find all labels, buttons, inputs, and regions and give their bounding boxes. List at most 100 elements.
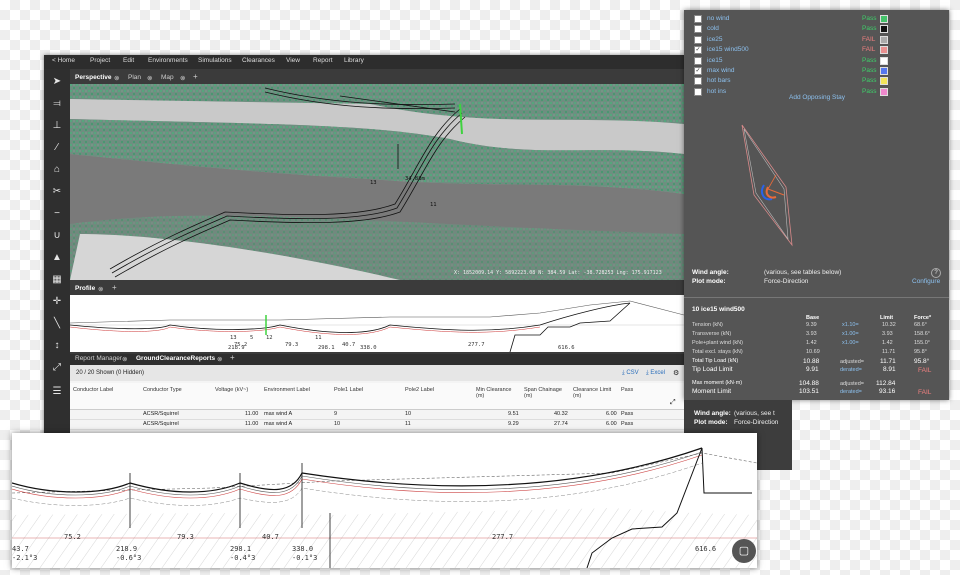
list-icon[interactable]: ☰ bbox=[50, 385, 64, 399]
weather-case-row[interactable]: no wind Pass bbox=[684, 14, 949, 24]
profile-view[interactable]: 13 5 12 11 75.2 79.3 40.7 277.7 616.6 21… bbox=[70, 295, 684, 352]
color-swatch-icon[interactable] bbox=[880, 56, 888, 65]
weather-case-status: FAIL bbox=[862, 35, 876, 43]
map-close-icon[interactable]: ⊗ bbox=[180, 74, 185, 82]
add-report-tab-icon[interactable]: + bbox=[230, 353, 235, 362]
move-icon[interactable]: ✛ bbox=[50, 295, 64, 309]
table-row[interactable]: ACSR/Squirrel 11.00 max wind A 10 11 9.2… bbox=[70, 420, 684, 430]
menu-project[interactable]: Project bbox=[90, 57, 110, 64]
checkbox-icon[interactable] bbox=[694, 77, 702, 86]
color-swatch-icon[interactable] bbox=[880, 35, 888, 44]
checked-checkbox-icon[interactable]: ✓ bbox=[694, 67, 702, 75]
tab-map[interactable]: Map bbox=[161, 74, 174, 81]
menu-view[interactable]: View bbox=[286, 57, 300, 64]
color-swatch-icon[interactable] bbox=[880, 67, 888, 75]
csv-download-button[interactable]: ⤓ CSV bbox=[622, 370, 639, 377]
grid-icon[interactable]: ▦ bbox=[50, 273, 64, 287]
col-voltage[interactable]: Voltage (kV~) bbox=[215, 387, 248, 393]
stay-icon[interactable]: ∕ bbox=[50, 141, 64, 155]
tab-map-close[interactable]: ⊗ bbox=[147, 74, 152, 82]
color-swatch-icon[interactable] bbox=[880, 77, 888, 86]
weather-case-row[interactable]: ✓ ice15 wind500 FAIL bbox=[684, 45, 949, 55]
settings-gear-icon[interactable]: ⚙ bbox=[673, 369, 679, 377]
home-icon[interactable]: ⌂ bbox=[50, 163, 64, 177]
cell-environment: max wind A bbox=[264, 411, 293, 417]
weather-case-status: Pass bbox=[862, 77, 877, 85]
zoom-chainage-298: 298.1 bbox=[230, 545, 252, 553]
profile-span-40: 40.7 bbox=[342, 342, 356, 348]
weather-case-row[interactable]: cold Pass bbox=[684, 24, 949, 34]
menu-edit[interactable]: Edit bbox=[123, 57, 134, 64]
col-conductor-label[interactable]: Conductor Label bbox=[73, 387, 113, 393]
help-icon[interactable]: ? bbox=[931, 268, 941, 278]
menu-simulations[interactable]: Simulations bbox=[198, 57, 232, 64]
col-pole1[interactable]: Pole1 Label bbox=[334, 387, 363, 393]
color-swatch-icon[interactable] bbox=[880, 46, 888, 55]
insulator-icon[interactable]: − bbox=[50, 207, 64, 221]
col-clearance-limit[interactable]: Clearance Limit (m) bbox=[573, 387, 615, 399]
checkbox-icon[interactable] bbox=[694, 56, 702, 65]
profile-close-icon[interactable]: ⊗ bbox=[98, 285, 103, 293]
menu-clearances[interactable]: Clearances bbox=[242, 57, 275, 64]
weather-case-row[interactable]: ice25 FAIL bbox=[684, 35, 949, 45]
tool-sidebar: ➤ ⫤ ⊥ ∕ ⌂ ✂ − ∪ ▲ ▦ ✛ ╲ ↕ ⤢ ☰ bbox=[44, 69, 70, 435]
report-tabs: Report Manager ⊗ GroundClearanceReports … bbox=[70, 353, 684, 365]
load-row-label: Transverse (kN) bbox=[692, 331, 732, 337]
menu-environments[interactable]: Environments bbox=[148, 57, 188, 64]
checkbox-icon[interactable] bbox=[694, 15, 702, 23]
weather-case-status: Pass bbox=[862, 15, 877, 22]
perspective-viewport[interactable]: 13 34.88m 11 X: 1852009.14 Y: 5892223.08… bbox=[70, 84, 684, 280]
col-conductor-type[interactable]: Conductor Type bbox=[143, 387, 182, 393]
chat-bubble-icon[interactable]: ▢ bbox=[732, 539, 756, 563]
select-arrow-icon[interactable]: ➤ bbox=[50, 75, 64, 89]
expand-table-icon[interactable]: ⤢ bbox=[670, 399, 676, 407]
col-pass[interactable]: Pass bbox=[621, 387, 633, 393]
configure-link[interactable]: Configure bbox=[912, 278, 940, 285]
tab-profile[interactable]: Profile bbox=[75, 285, 95, 292]
tab-ground-clearance[interactable]: GroundClearanceReports bbox=[136, 355, 215, 362]
load-row-base: 9.39 bbox=[806, 322, 817, 328]
terrain-icon[interactable]: ▲ bbox=[50, 251, 64, 265]
menu-home[interactable]: < Home bbox=[52, 57, 75, 64]
color-swatch-icon[interactable] bbox=[880, 15, 888, 23]
col-min-clearance[interactable]: Min Clearance (m) bbox=[476, 387, 516, 399]
magnet-icon[interactable]: ∪ bbox=[50, 229, 64, 243]
col-base: Base bbox=[806, 315, 820, 321]
col-span-chainage[interactable]: Span Chainage (m) bbox=[524, 387, 566, 399]
report-manager-close-icon[interactable]: ⊗ bbox=[122, 355, 127, 363]
menu-library[interactable]: Library bbox=[344, 57, 364, 64]
table-row[interactable]: ACSR/Squirrel 11.00 max wind A 9 10 9.51… bbox=[70, 410, 684, 420]
wind-angle-label-2: Wind angle: bbox=[694, 410, 731, 417]
cell-voltage: 11.00 bbox=[245, 411, 259, 417]
checkbox-icon[interactable] bbox=[694, 87, 702, 96]
tab-report-manager[interactable]: Report Manager bbox=[75, 355, 122, 362]
measure-icon[interactable]: ╲ bbox=[50, 317, 64, 331]
ground-clearance-close-icon[interactable]: ⊗ bbox=[217, 355, 222, 363]
tab-plan[interactable]: Plan bbox=[128, 74, 141, 81]
add-profile-tab-icon[interactable]: + bbox=[112, 283, 117, 292]
pole-icon[interactable]: ⊥ bbox=[50, 119, 64, 133]
excel-download-button[interactable]: ⤓ Excel bbox=[646, 370, 665, 377]
height-icon[interactable]: ↕ bbox=[50, 339, 64, 353]
checkbox-icon[interactable] bbox=[694, 35, 702, 44]
weather-case-row[interactable]: hot bars Pass bbox=[684, 76, 949, 86]
weather-case-row[interactable]: ✓ max wind Pass bbox=[684, 66, 949, 76]
add-tab-icon[interactable]: + bbox=[193, 72, 198, 81]
checkbox-icon[interactable] bbox=[694, 25, 702, 34]
expand-icon[interactable]: ⤢ bbox=[50, 361, 64, 375]
add-opposing-stay-link[interactable]: Add Opposing Stay bbox=[789, 94, 845, 101]
col-environment[interactable]: Environment Label bbox=[264, 387, 310, 393]
load-row-limit: 10.32 bbox=[882, 322, 896, 328]
tab-plan-close[interactable]: ⊗ bbox=[114, 74, 119, 82]
load-row-force: 155.0° bbox=[914, 340, 930, 346]
checked-checkbox-icon[interactable]: ✓ bbox=[694, 46, 702, 55]
weather-case-row[interactable]: ice15 Pass bbox=[684, 56, 949, 66]
col-pole2[interactable]: Pole2 Label bbox=[405, 387, 434, 393]
color-swatch-icon[interactable] bbox=[880, 25, 888, 34]
load-row-limit: 3.93 bbox=[882, 331, 893, 337]
tab-perspective[interactable]: Perspective bbox=[75, 74, 112, 81]
color-swatch-icon[interactable] bbox=[880, 87, 888, 96]
menu-report[interactable]: Report bbox=[313, 57, 333, 64]
span-icon[interactable]: ⫤ bbox=[50, 97, 64, 111]
scissors-icon[interactable]: ✂ bbox=[50, 185, 64, 199]
